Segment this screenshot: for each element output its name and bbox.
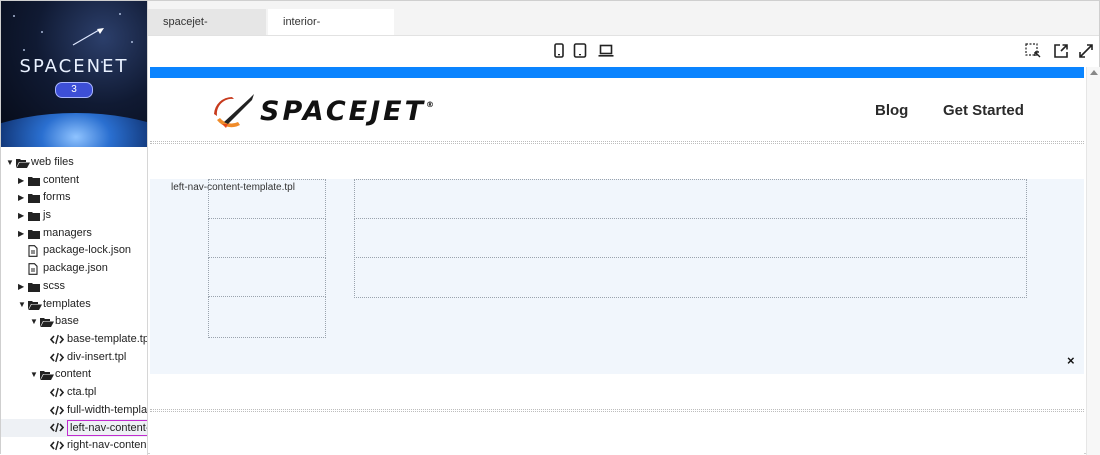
tree-item[interactable]: ▶ content — [1, 172, 147, 190]
tab-interior-template[interactable]: interior-template.stml× — [268, 9, 394, 54]
open-external-icon[interactable] — [1053, 43, 1069, 59]
registered-mark: ® — [426, 100, 434, 109]
tree-item[interactable]: package-lock.json — [1, 242, 147, 260]
phone-icon[interactable] — [553, 43, 565, 59]
tree-item-label: web files — [31, 156, 74, 168]
content-slot[interactable] — [354, 257, 1027, 298]
content-slot[interactable] — [354, 179, 1027, 219]
divider — [150, 141, 1084, 142]
tree-item-label: templates — [43, 297, 91, 310]
spacejet-rocket-icon — [214, 94, 254, 128]
tree-item-label: scss — [43, 279, 65, 292]
tree-item[interactable]: full-width-templa — [1, 402, 147, 420]
caret-right-icon[interactable]: ▶ — [18, 189, 24, 207]
close-section-icon[interactable]: × — [1067, 353, 1075, 368]
laptop-icon[interactable] — [598, 43, 614, 59]
tree-item[interactable]: ▶ managers — [1, 225, 147, 243]
tab-spacejet-site[interactable]: spacejet-2023.com — [148, 9, 266, 54]
file-tree: ▼ web files ▶ content ▶ forms ▶ js ▶ managers pack… — [1, 154, 147, 455]
left-nav-slot[interactable] — [208, 218, 326, 258]
tree-item-label: managers — [43, 226, 92, 239]
caret-right-icon[interactable]: ▶ — [18, 207, 24, 225]
tree-item[interactable]: cta.tpl — [1, 384, 147, 402]
preview-toolbar — [148, 36, 1099, 66]
tree-item-label: full-width-templa — [67, 403, 148, 416]
vertical-scrollbar[interactable] — [1086, 67, 1100, 455]
tree-item[interactable]: ▶ js — [1, 207, 147, 225]
tree-item[interactable]: right-nav-conten — [1, 437, 147, 455]
left-nav-slot[interactable] — [208, 296, 326, 338]
tree-item-label: js — [43, 209, 51, 222]
rocket-icon — [72, 28, 104, 46]
preview-canvas[interactable]: SPACEJET® Blog Get Started left-nav-cont… — [150, 67, 1084, 455]
brand-badge: 3 — [55, 82, 93, 98]
caret-down-icon[interactable]: ▼ — [30, 366, 38, 384]
select-region-icon[interactable] — [1025, 43, 1041, 59]
nav-get-started-link[interactable]: Get Started — [943, 102, 1024, 119]
divider — [150, 409, 1084, 410]
caret-down-icon[interactable]: ▼ — [6, 154, 14, 172]
tree-item[interactable]: ▶ forms — [1, 189, 147, 207]
editor-window: SPACENET 3 ▼ web files ▶ content ▶ forms ▶ js ▶ m… — [0, 0, 1100, 455]
divider — [150, 143, 1084, 144]
site-header: SPACEJET® Blog Get Started — [150, 78, 1084, 142]
code-file-icon — [49, 440, 65, 455]
tablet-icon[interactable] — [573, 43, 587, 59]
tree-item-label: left-nav-content- — [67, 420, 147, 437]
tree-item[interactable]: left-nav-content- — [1, 419, 147, 437]
caret-right-icon[interactable]: ▶ — [18, 278, 24, 296]
tree-item-label: base — [55, 315, 79, 328]
tree-item[interactable]: ▼ content — [1, 366, 147, 384]
caret-down-icon[interactable]: ▼ — [30, 313, 38, 331]
tree-item-label: cta.tpl — [67, 385, 97, 398]
content-slot[interactable] — [354, 218, 1027, 258]
tree-item[interactable]: ▼ templates — [1, 296, 147, 314]
tree-item-label: package-lock.json — [43, 244, 132, 257]
tree-item-label: base-template.tp — [67, 332, 148, 345]
template-section[interactable]: left-nav-content-template.tpl — [150, 179, 1084, 374]
tree-item-label: right-nav-conten — [67, 439, 147, 451]
brand-title: SPACENET — [19, 56, 129, 77]
left-nav-slot[interactable] — [208, 257, 326, 297]
accent-bar — [150, 67, 1084, 78]
divider — [150, 411, 1084, 412]
left-nav-slot[interactable] — [208, 179, 326, 219]
tree-item[interactable]: ▶ scss — [1, 278, 147, 296]
tree-item[interactable]: package.json — [1, 260, 147, 278]
tree-item[interactable]: div-insert.tpl — [1, 349, 147, 367]
tree-item-label: forms — [43, 191, 71, 204]
tree-item[interactable]: base-template.tp — [1, 331, 147, 349]
tree-item-label: package.json — [43, 262, 108, 275]
tab-bar: spacejet-2023.com interior-template.stml… — [148, 1, 1099, 54]
tree-item[interactable]: ▼ web files — [1, 154, 147, 172]
scroll-up-arrow-icon[interactable] — [1090, 70, 1098, 75]
tree-item[interactable]: ▼ base — [1, 313, 147, 331]
nav-blog-link[interactable]: Blog — [875, 102, 908, 119]
expand-icon[interactable] — [1078, 43, 1094, 59]
tree-item-label: content — [43, 173, 80, 186]
tree-item-label: content — [55, 368, 92, 381]
site-logo-text: SPACEJET® — [260, 96, 434, 127]
caret-down-icon[interactable]: ▼ — [18, 296, 26, 314]
caret-right-icon[interactable]: ▶ — [18, 172, 24, 190]
caret-right-icon[interactable]: ▶ — [18, 225, 24, 243]
tree-item-label: div-insert.tpl — [67, 350, 127, 363]
spacenet-brand-logo: SPACENET 3 — [1, 1, 147, 147]
file-sidebar: SPACENET 3 ▼ web files ▶ content ▶ forms ▶ js ▶ m… — [1, 1, 148, 455]
